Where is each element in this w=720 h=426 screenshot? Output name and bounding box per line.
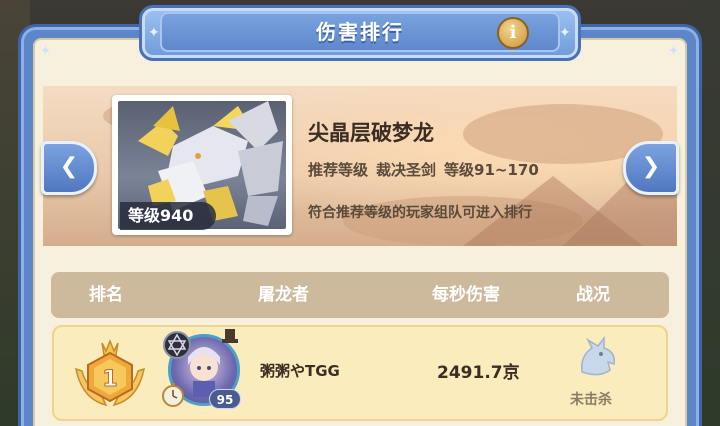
recommend-range: 等级91~170 (444, 161, 539, 179)
dragon-status-icon (574, 335, 620, 382)
next-boss-button[interactable]: ❯ (623, 141, 679, 195)
recommend-label: 推荐等级 (308, 161, 369, 179)
chevron-left-icon: ❮ (59, 154, 79, 179)
rank-badge: 1 (72, 338, 148, 409)
recommend-weapon: 裁决圣剑 (376, 161, 437, 179)
ranking-note: 符合推荐等级的玩家组队可进入排行 (308, 205, 532, 221)
rank-number: 1 (102, 367, 117, 392)
column-header-player: 屠龙者 (258, 285, 309, 305)
info-button[interactable]: i (497, 17, 529, 49)
pocket-watch-icon (162, 383, 184, 407)
kill-status: 未击杀 (570, 392, 612, 408)
column-header-damage: 每秒伤害 (432, 285, 500, 305)
dragon-head-icon (580, 335, 616, 376)
hexagram-emblem-icon (163, 331, 191, 359)
rank-medal-icon: 1 (75, 338, 145, 407)
tab-star-icon: ✦ (559, 25, 571, 41)
player-avatar[interactable]: 95 (158, 326, 244, 412)
prev-boss-button[interactable]: ❮ (41, 141, 97, 195)
player-name: 粥粥やTGG (260, 362, 340, 380)
avatar-level-badge: 95 (209, 389, 241, 409)
column-header-rank: 排名 (89, 285, 123, 305)
boss-recommendation: 推荐等级 裁决圣剑 等级91~170 (308, 159, 547, 180)
damage-per-second: 2491.7京 (437, 363, 520, 383)
corner-star-icon: ✦ (40, 44, 51, 59)
corner-star-icon: ✦ (668, 44, 679, 59)
column-header-status: 战况 (576, 285, 610, 305)
boss-level-badge: 等级940 (120, 202, 216, 230)
chevron-right-icon: ❯ (641, 154, 661, 179)
tab-star-icon: ✦ (148, 25, 160, 41)
top-hat-icon (222, 329, 238, 343)
boss-name: 尖晶层破梦龙 (308, 121, 434, 145)
